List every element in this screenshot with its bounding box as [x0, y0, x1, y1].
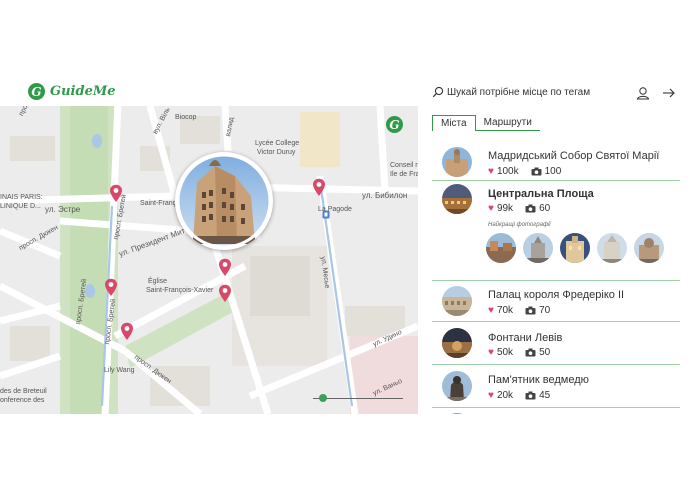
camera-icon — [525, 306, 536, 315]
camera-icon — [525, 204, 536, 213]
map-pin-icon[interactable] — [312, 178, 326, 197]
search-input[interactable] — [444, 86, 627, 98]
heart-icon[interactable]: ♥ — [488, 203, 494, 214]
map[interactable]: просп. Серюр вул. Віль Biocop валид Lycé… — [0, 106, 418, 414]
likes-count: 20k — [496, 390, 514, 401]
zoom-slider[interactable] — [313, 393, 403, 403]
map-label: Lily Wang — [104, 367, 135, 374]
place-title[interactable]: Центральна Площа — [488, 188, 594, 200]
best-photo[interactable] — [523, 233, 553, 263]
heart-icon[interactable]: ♥ — [488, 166, 494, 177]
list-item[interactable]: Палац короля Фредеріко ІІ ♥ 70k 70 — [432, 281, 680, 322]
heart-icon[interactable]: ♥ — [488, 390, 494, 401]
app-window: G GuideMe Шукай потрібне місце по тегам … — [0, 80, 695, 414]
likes-count: 50k — [496, 347, 514, 358]
arrow-right-icon[interactable] — [662, 86, 676, 100]
map-label: ул. Бибилон — [362, 191, 408, 200]
panel-tabs: Міста Маршрути — [432, 115, 540, 131]
best-photo[interactable] — [634, 233, 664, 263]
map-pin-icon[interactable] — [120, 322, 134, 341]
place-stats: ♥ 50k 50 — [488, 347, 550, 358]
place-thumbnail — [442, 147, 472, 177]
featured-place-photo[interactable] — [175, 152, 273, 250]
camera-icon — [525, 391, 536, 400]
likes-count: 70k — [496, 305, 514, 316]
tab-routes[interactable]: Маршрути — [475, 115, 540, 131]
camera-icon — [531, 167, 542, 176]
camera-icon — [525, 348, 536, 357]
best-photos-label: Найкращі фотографії — [488, 222, 551, 228]
best-photos-row — [486, 233, 671, 263]
place-title[interactable]: Палац короля Фредеріко ІІ — [488, 289, 624, 301]
likes-count: 100k — [496, 166, 519, 177]
logo-mark: G — [28, 83, 45, 100]
map-pin-icon[interactable] — [218, 284, 232, 303]
photos-count: 70 — [539, 305, 551, 316]
place-thumbnail — [442, 371, 472, 401]
place-title[interactable]: Фонтани Левів — [488, 332, 562, 344]
map-label: ул. Эстре — [45, 205, 81, 214]
map-label: Conseil r — [390, 162, 418, 169]
heart-icon[interactable]: ♥ — [488, 305, 494, 316]
map-label: Ile de Fra — [390, 171, 418, 178]
map-label: Victor Duruy — [257, 149, 296, 156]
header: G GuideMe — [0, 80, 695, 106]
places-panel: Міста Маршрути Мадридський Собор Святої … — [418, 106, 695, 414]
photos-count: 60 — [539, 203, 551, 214]
place-title[interactable]: Пам'ятник ведмедю — [488, 374, 589, 386]
logo[interactable]: G GuideMe — [28, 83, 116, 100]
likes-count: 99k — [496, 203, 514, 214]
place-stats: ♥ 20k 45 — [488, 390, 550, 401]
search-bar — [432, 86, 627, 98]
list-item[interactable]: Пам'ятник ведмедю ♥ 20k 45 — [432, 365, 680, 408]
app-name: GuideMe — [50, 84, 116, 99]
map-pin-icon[interactable] — [109, 184, 123, 203]
list-item[interactable]: Центральна Площа ♥ 99k 60 Найкращі фотог… — [432, 181, 680, 281]
place-thumbnail — [442, 413, 472, 414]
place-stats: ♥ 100k 100 — [488, 166, 561, 177]
map-logo[interactable]: G — [386, 116, 403, 133]
place-marker-icon[interactable] — [322, 210, 330, 219]
map-label: des de Breteuil — [0, 388, 47, 395]
place-thumbnail — [442, 328, 472, 358]
map-label: LINIQUE D... — [0, 203, 41, 210]
zoom-slider-handle[interactable] — [319, 394, 327, 402]
best-photo[interactable] — [597, 233, 627, 263]
place-thumbnail — [442, 286, 472, 316]
search-icon[interactable] — [432, 86, 444, 98]
list-item[interactable]: Мадридський Собор Святої Марії ♥ 100k 10… — [432, 142, 680, 181]
place-stats: ♥ 70k 70 — [488, 305, 550, 316]
photos-count: 100 — [544, 166, 562, 177]
map-base — [0, 106, 418, 414]
map-label: Biocop — [175, 114, 197, 121]
user-icon[interactable] — [636, 86, 650, 100]
list-item[interactable]: Фонтани Левів ♥ 50k 50 — [432, 322, 680, 365]
map-label: Lycée College — [255, 140, 300, 147]
map-label: Église — [148, 278, 168, 285]
place-thumbnail — [442, 184, 472, 214]
place-stats: ♥ 99k 60 — [488, 203, 550, 214]
map-label: onference des — [0, 397, 45, 404]
tab-cities[interactable]: Міста — [432, 115, 476, 131]
list-item[interactable] — [432, 408, 680, 414]
places-list: Мадридський Собор Святої Марії ♥ 100k 10… — [432, 142, 680, 414]
heart-icon[interactable]: ♥ — [488, 347, 494, 358]
map-pin-icon[interactable] — [218, 258, 232, 277]
map-pin-icon[interactable] — [104, 278, 118, 297]
place-title[interactable]: Мадридський Собор Святої Марії — [488, 150, 659, 162]
best-photo[interactable] — [486, 233, 516, 263]
best-photo[interactable] — [560, 233, 590, 263]
photos-count: 50 — [539, 347, 551, 358]
map-label: Saint-François-Xavier — [146, 287, 214, 294]
map-label: INAIS PARIS: — [0, 194, 43, 201]
photos-count: 45 — [539, 390, 551, 401]
